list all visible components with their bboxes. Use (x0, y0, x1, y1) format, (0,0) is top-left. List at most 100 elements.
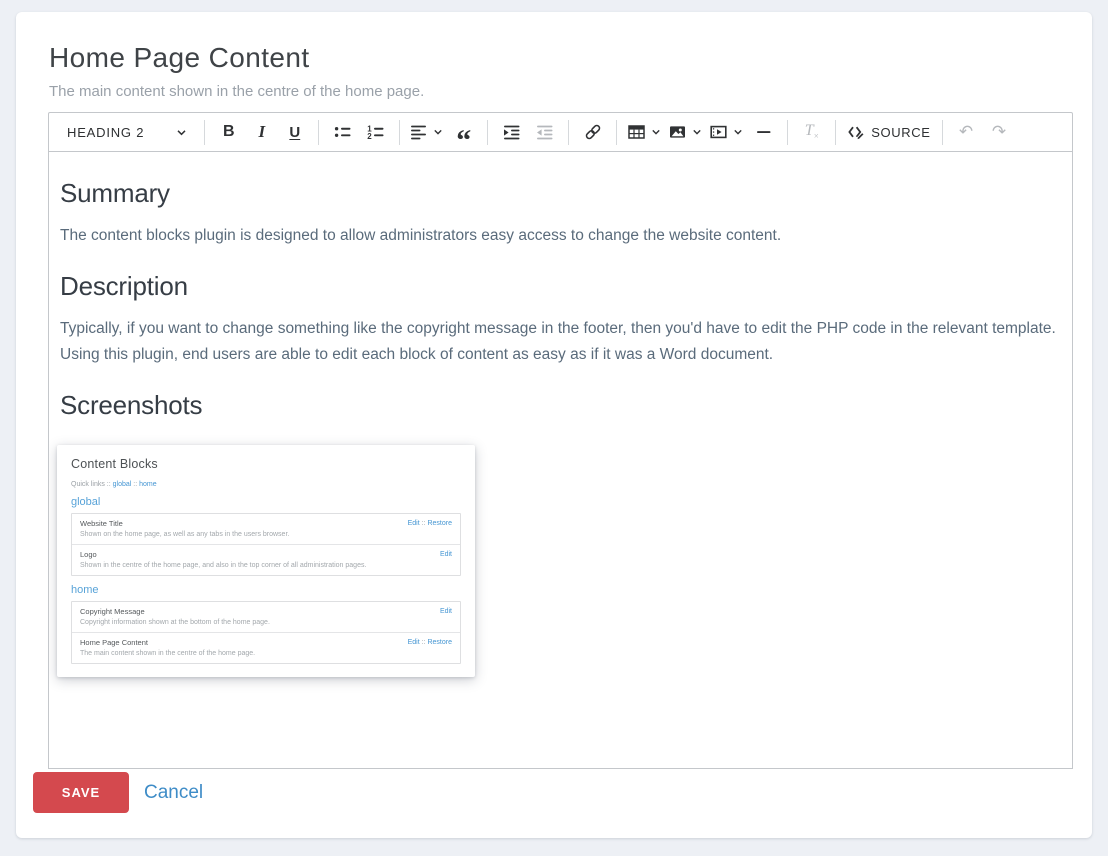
horizontal-line-icon (756, 124, 772, 140)
content-heading-description: Description (60, 271, 1058, 302)
source-button[interactable]: SOURCE (843, 116, 934, 148)
mini-row-actions: Edit (440, 550, 452, 558)
mini-row-main: Website Title Shown on the home page, as… (80, 519, 289, 538)
undo-icon: ↶ (959, 122, 973, 142)
block-quote-button[interactable]: “ (447, 116, 480, 148)
underline-icon: U (289, 124, 300, 141)
source-button-label: SOURCE (871, 125, 930, 140)
heading-dropdown-label: HEADING 2 (67, 125, 144, 140)
mini-row-actions: Edit :: Restore (408, 638, 452, 646)
mini-table-global: Website Title Shown on the home page, as… (71, 513, 461, 576)
cancel-link[interactable]: Cancel (144, 772, 203, 813)
mini-restore-link: Restore (427, 639, 452, 646)
mini-row-description: Shown in the centre of the home page, an… (80, 562, 366, 569)
chevron-down-icon (651, 127, 661, 137)
mini-row-main: Copyright Message Copyright information … (80, 607, 270, 626)
media-icon (710, 124, 727, 140)
mini-edit-link: Edit (440, 608, 452, 615)
link-button[interactable] (576, 116, 609, 148)
toolbar-separator (616, 120, 617, 145)
toolbar-separator (835, 120, 836, 145)
mini-table-row: Home Page Content The main content shown… (72, 632, 460, 663)
mini-table-home: Copyright Message Copyright information … (71, 601, 461, 664)
chevron-down-icon (692, 127, 702, 137)
bold-icon: B (223, 123, 235, 141)
toolbar-separator (399, 120, 400, 145)
svg-text:2: 2 (368, 132, 373, 141)
toolbar-separator (942, 120, 943, 145)
insert-table-dropdown[interactable] (624, 116, 665, 148)
mini-separator: :: (422, 520, 426, 527)
editor-toolbar: HEADING 2 B I U 1 2 (48, 112, 1073, 152)
table-icon (628, 124, 645, 140)
mini-row-title: Copyright Message (80, 607, 270, 616)
outdent-icon (537, 124, 553, 140)
indent-icon (504, 124, 520, 140)
redo-icon: ↷ (992, 122, 1006, 142)
content-heading-screenshots: Screenshots (60, 390, 1058, 421)
toolbar-separator (318, 120, 319, 145)
content-paragraph: Typically, if you want to change somethi… (60, 316, 1058, 368)
mini-group-heading-home: home (71, 584, 461, 596)
mini-separator: :: (422, 639, 426, 646)
bold-button[interactable]: B (212, 116, 245, 148)
outdent-button[interactable] (528, 116, 561, 148)
source-edit-icon (847, 124, 865, 141)
italic-button[interactable]: I (245, 116, 278, 148)
bulleted-list-button[interactable] (326, 116, 359, 148)
chevron-down-icon (733, 127, 743, 137)
mini-edit-link: Edit (408, 520, 420, 527)
save-button[interactable]: SAVE (33, 772, 129, 813)
numbered-list-button[interactable]: 1 2 (359, 116, 392, 148)
horizontal-line-button[interactable] (747, 116, 780, 148)
mini-row-description: Shown on the home page, as well as any t… (80, 531, 289, 538)
content-heading-summary: Summary (60, 178, 1058, 209)
chevron-down-icon (433, 127, 443, 137)
mini-row-description: The main content shown in the centre of … (80, 650, 255, 657)
remove-format-button[interactable]: T× (795, 116, 828, 148)
bulleted-list-icon (334, 124, 351, 140)
editor-content[interactable]: Summary The content blocks plugin is des… (48, 152, 1073, 769)
mini-table-row: Copyright Message Copyright information … (72, 602, 460, 632)
mini-edit-link: Edit (440, 551, 452, 558)
content-paragraph: The content blocks plugin is designed to… (60, 223, 1058, 249)
mini-row-description: Copyright information shown at the botto… (80, 619, 270, 626)
content-editor-card: Home Page Content The main content shown… (16, 12, 1092, 838)
toolbar-separator (787, 120, 788, 145)
indent-button[interactable] (495, 116, 528, 148)
mini-row-title: Home Page Content (80, 638, 255, 647)
mini-screenshot-title: Content Blocks (71, 457, 461, 471)
mini-row-actions: Edit (440, 607, 452, 615)
mini-separator: :: (133, 481, 137, 488)
insert-media-dropdown[interactable] (706, 116, 747, 148)
mini-row-title: Logo (80, 550, 366, 559)
toolbar-separator (487, 120, 488, 145)
mini-row-actions: Edit :: Restore (408, 519, 452, 527)
undo-button[interactable]: ↶ (950, 116, 983, 148)
embedded-screenshot-image[interactable]: Content Blocks Quick links :: global :: … (57, 445, 475, 677)
mini-group-heading-global: global (71, 496, 461, 508)
align-left-icon (411, 124, 427, 140)
insert-image-dropdown[interactable] (665, 116, 706, 148)
redo-button[interactable]: ↷ (983, 116, 1016, 148)
mini-quick-link-global: global (113, 481, 132, 488)
link-icon (584, 124, 602, 140)
mini-row-main: Logo Shown in the centre of the home pag… (80, 550, 366, 569)
mini-quick-links-label: Quick links (71, 481, 105, 488)
mini-separator: :: (107, 481, 111, 488)
underline-button[interactable]: U (278, 116, 311, 148)
mini-table-row: Logo Shown in the centre of the home pag… (72, 544, 460, 575)
remove-format-icon: T× (805, 122, 819, 141)
italic-icon: I (258, 122, 265, 142)
page-title: Home Page Content (49, 42, 310, 74)
numbered-list-icon: 1 2 (367, 124, 384, 140)
mini-edit-link: Edit (408, 639, 420, 646)
mini-table-row: Website Title Shown on the home page, as… (72, 514, 460, 544)
toolbar-separator (568, 120, 569, 145)
page-subtitle: The main content shown in the centre of … (49, 83, 424, 100)
alignment-dropdown[interactable] (407, 116, 447, 148)
chevron-down-icon (176, 127, 187, 138)
toolbar-separator (204, 120, 205, 145)
mini-quick-links: Quick links :: global :: home (71, 481, 461, 488)
heading-dropdown[interactable]: HEADING 2 (57, 116, 197, 148)
